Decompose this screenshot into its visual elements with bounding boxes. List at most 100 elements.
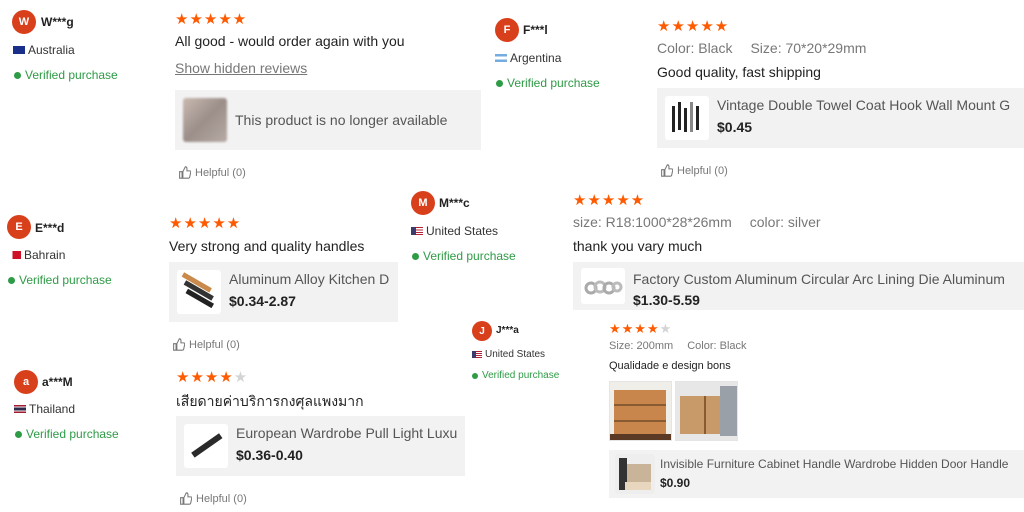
product-price: $0.45 <box>717 119 753 135</box>
thumbs-up-icon <box>180 492 192 505</box>
bahrain-flag-icon <box>9 251 21 259</box>
product-price: $0.34-2.87 <box>229 293 296 309</box>
product-attributes: Color: Black Size: 70*20*29mm <box>657 40 884 56</box>
rating-stars: ★★★★★ <box>175 11 248 28</box>
thumbs-up-icon <box>179 166 191 179</box>
profile-product-icon <box>584 280 623 295</box>
verified-badge: Verified purchase <box>412 249 516 263</box>
product-attributes: size: R18:1000*28*26mm color: silver <box>573 214 839 230</box>
verified-badge: Verified purchase <box>8 273 112 287</box>
avatar: E <box>7 215 31 239</box>
rating-stars: ★★★★★ <box>176 369 249 386</box>
product-title: European Wardrobe Pull Light Luxu <box>236 425 458 441</box>
avatar: a <box>14 370 38 394</box>
country-label: United States <box>426 224 499 238</box>
product-price: $0.36-0.40 <box>236 447 303 463</box>
product-card[interactable]: Invisible Furniture Cabinet Handle Wardr… <box>609 450 1024 498</box>
country-label: Argentina <box>510 51 562 65</box>
verified-label: Verified purchase <box>423 249 516 263</box>
rating-stars: ★★★★★ <box>609 321 673 336</box>
country-label: Australia <box>28 43 75 57</box>
attribute-color: Color: Black <box>657 40 733 56</box>
verified-label: Verified purchase <box>26 427 119 441</box>
product-card[interactable]: Aluminum Alloy Kitchen D $0.34-2.87 <box>169 262 398 322</box>
review-photo-1[interactable] <box>609 381 672 441</box>
verified-label: Verified purchase <box>482 370 560 381</box>
reviewer-name: W***g <box>41 15 74 29</box>
cabinet-handle-product-icon <box>615 454 655 494</box>
product-thumbnail <box>177 270 221 314</box>
reviewer-country: United States <box>472 349 545 360</box>
reviewer-name: a***M <box>42 375 73 389</box>
helpful-button[interactable]: Helpful (0) <box>172 338 240 351</box>
country-label: Thailand <box>29 402 76 416</box>
verified-badge: Verified purchase <box>472 370 559 381</box>
avatar: F <box>495 18 519 42</box>
avatar: J <box>472 321 492 341</box>
product-unavailable-text: This product is no longer available <box>235 112 448 128</box>
reviewer-name: E***d <box>35 221 65 235</box>
reviewer-country: Australia <box>13 43 75 57</box>
us-flag-icon <box>411 227 423 235</box>
check-icon <box>472 372 478 379</box>
review-comment: All good - would order again with you <box>175 33 405 49</box>
product-title: Vintage Double Towel Coat Hook Wall Moun… <box>717 97 1011 113</box>
product-thumbnail <box>581 268 625 304</box>
review-comment: thank you vary much <box>573 238 703 254</box>
handle-product-icon <box>181 272 214 309</box>
helpful-label: Helpful (0) <box>677 164 728 177</box>
helpful-button[interactable]: Helpful (0) <box>179 492 247 505</box>
reviewer-name: F***l <box>523 23 548 37</box>
attribute-size: size: R18:1000*28*26mm <box>573 214 732 230</box>
avatar: M <box>411 191 435 215</box>
check-icon <box>412 252 419 260</box>
argentina-flag-icon <box>495 54 507 62</box>
country-label: Bahrain <box>24 248 66 262</box>
australia-flag-icon <box>13 46 25 54</box>
verified-label: Verified purchase <box>507 76 600 90</box>
verified-label: Verified purchase <box>25 68 118 82</box>
product-card[interactable]: European Wardrobe Pull Light Luxu $0.36-… <box>176 416 465 476</box>
product-title: Factory Custom Aluminum Circular Arc Lin… <box>633 271 1005 287</box>
product-price: $1.30-5.59 <box>633 292 700 308</box>
reviewer-country: Bahrain <box>9 248 65 262</box>
verified-label: Verified purchase <box>19 273 112 287</box>
hook-product-icon <box>672 102 699 132</box>
review-photo-2[interactable] <box>675 381 738 441</box>
product-card[interactable]: Vintage Double Towel Coat Hook Wall Moun… <box>657 88 1024 148</box>
check-icon <box>8 276 15 284</box>
product-card-unavailable: This product is no longer available <box>175 90 481 150</box>
thumbs-up-icon <box>661 164 673 177</box>
thumbs-up-icon <box>173 338 185 351</box>
check-icon <box>496 79 503 87</box>
reviewer-country: Argentina <box>495 51 561 65</box>
reviewer-name: M***c <box>439 196 470 210</box>
show-hidden-reviews-link[interactable]: Show hidden reviews <box>175 60 307 76</box>
product-thumbnail-blurred <box>183 98 227 142</box>
country-label: United States <box>485 349 546 360</box>
check-icon <box>15 430 22 438</box>
reviewer-country: United States <box>411 224 498 238</box>
attribute-size: Size: 200mm <box>609 340 674 352</box>
verified-badge: Verified purchase <box>15 427 119 441</box>
product-price: $0.90 <box>660 476 691 490</box>
helpful-label: Helpful (0) <box>195 166 246 179</box>
helpful-button[interactable]: Helpful (0) <box>660 164 728 177</box>
attribute-color: Color: Black <box>687 340 747 352</box>
reviewer-name: J***a <box>496 325 519 336</box>
pull-handle-product-icon <box>191 433 223 458</box>
product-title: Invisible Furniture Cabinet Handle Wardr… <box>660 457 1009 471</box>
rating-stars: ★★★★★ <box>573 192 646 209</box>
avatar: W <box>12 10 36 34</box>
thailand-flag-icon <box>14 405 26 413</box>
helpful-label: Helpful (0) <box>189 338 240 351</box>
rating-stars: ★★★★★ <box>657 18 730 35</box>
review-comment: เสียดายค่าบริการกงศุลแพงมาก <box>176 393 364 409</box>
review-comment: Very strong and quality handles <box>169 238 365 254</box>
product-card[interactable]: Factory Custom Aluminum Circular Arc Lin… <box>573 262 1024 310</box>
rating-stars: ★★★★★ <box>169 215 242 232</box>
check-icon <box>14 71 21 79</box>
helpful-button[interactable]: Helpful (0) <box>178 166 246 179</box>
product-thumbnail <box>615 454 655 494</box>
us-flag-icon <box>472 351 482 358</box>
